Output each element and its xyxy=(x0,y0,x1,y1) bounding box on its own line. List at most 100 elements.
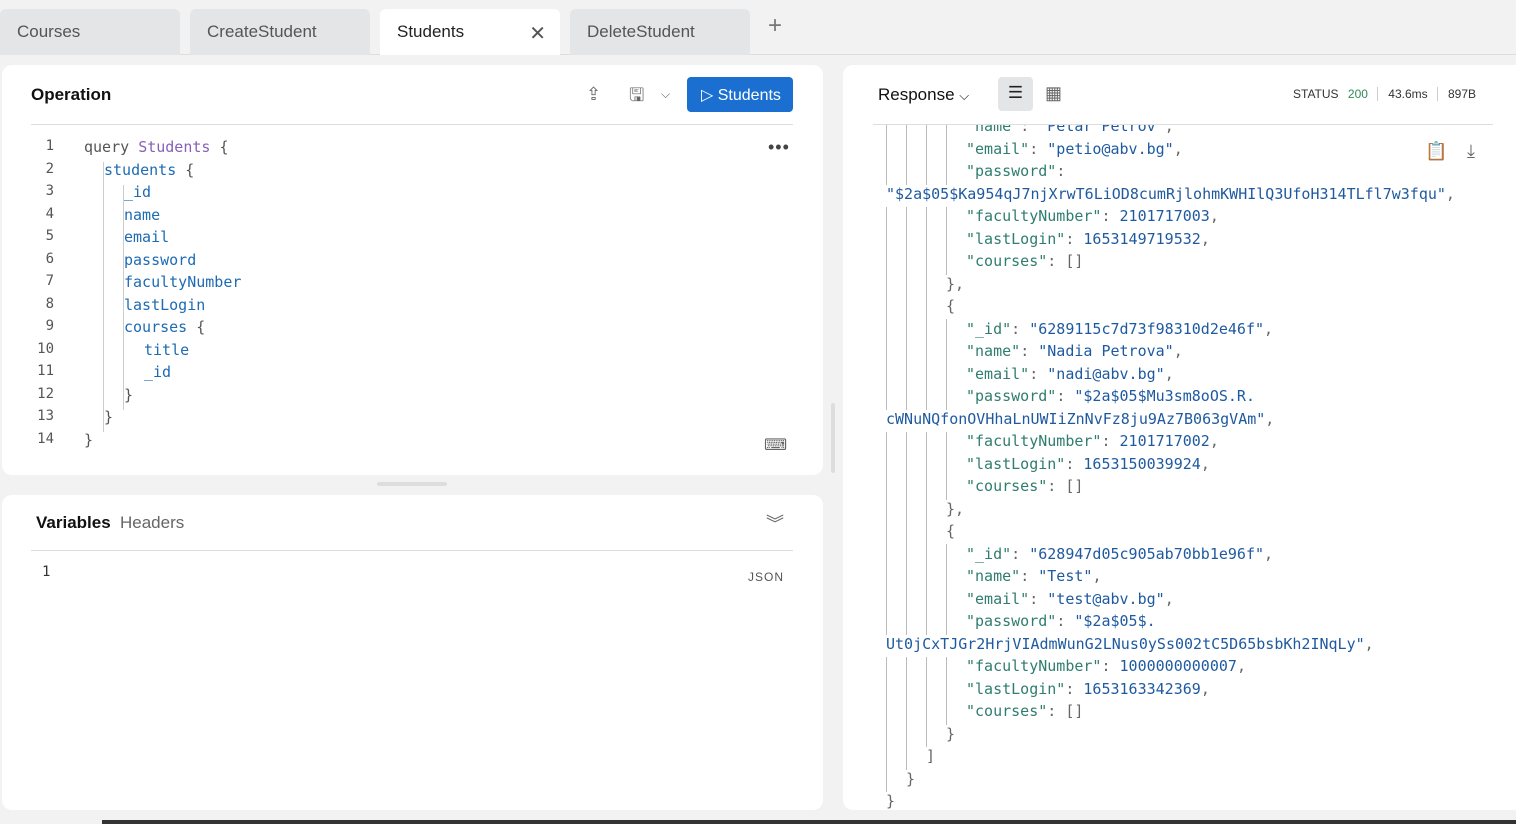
close-icon[interactable]: ✕ xyxy=(529,21,546,46)
share-icon[interactable]: ⇪ xyxy=(586,84,601,105)
response-label: Response xyxy=(878,85,955,104)
json-token: "$2a$05$. xyxy=(1074,612,1156,630)
json-token: , xyxy=(1236,657,1246,675)
tab-headers[interactable]: Headers xyxy=(120,513,184,533)
json-token: "$2a$05$Mu3sm8oOS.R. xyxy=(1074,387,1255,405)
resize-handle[interactable] xyxy=(377,482,447,486)
clipboard-icon[interactable]: 📋 xyxy=(1425,141,1447,162)
json-token: "email" xyxy=(966,589,1030,608)
response-size: 897B xyxy=(1436,87,1477,101)
json-token: : [] xyxy=(1047,702,1084,720)
response-line: "lastLogin": 1653149719532, xyxy=(966,229,1210,252)
status-label: STATUS xyxy=(1293,87,1339,101)
response-line: Ut0jCxTJGr2HrjVIAdmWunG2LNus0ySs002tC5D6… xyxy=(886,634,1374,657)
json-token: "_id" xyxy=(966,319,1012,338)
json-token: Ut0jCxTJGr2HrjVIAdmWunG2LNus0ySs002tC5D6… xyxy=(886,634,1365,653)
divider xyxy=(31,124,793,125)
chevron-down-icon[interactable]: ⌵ xyxy=(661,87,670,102)
line-number: 9 xyxy=(45,318,54,334)
response-line: "name": "Nadia Petrova", xyxy=(966,342,1183,364)
indent-guide xyxy=(906,125,907,780)
response-viewer[interactable]: "name": "Petar Petrov", "email": "petio@a… xyxy=(843,125,1516,810)
json-token: } xyxy=(886,792,896,810)
operation-panel: Operation ⇪ 🖫 ⌵ 1 query Students {2 studen… xyxy=(2,65,823,475)
response-line: "courses": [] xyxy=(966,477,1084,499)
code-token: _id xyxy=(144,363,172,381)
tab-variables[interactable]: Variables xyxy=(36,513,111,533)
tab-students[interactable]: Students ✕ xyxy=(380,9,560,55)
code-line: courses { xyxy=(124,318,205,340)
response-line: "email": "test@abv.bg", xyxy=(966,589,1174,612)
code-line: } xyxy=(84,431,93,453)
line-number: 10 xyxy=(37,340,54,357)
chevron-down-icon: ⌵ xyxy=(959,88,970,103)
list-view-icon[interactable]: ☰ xyxy=(998,77,1033,111)
json-token: : xyxy=(1020,342,1039,360)
download-icon[interactable]: ⤓ xyxy=(1467,141,1475,162)
response-line: { xyxy=(946,522,956,544)
response-line: "password": xyxy=(966,162,1066,184)
json-token: 1653149719532 xyxy=(1083,229,1201,248)
response-line: } xyxy=(946,724,956,747)
line-number: 2 xyxy=(45,160,54,177)
json-token: : xyxy=(1029,364,1048,383)
json-token: , xyxy=(1200,454,1210,473)
json-token: "name" xyxy=(966,567,1021,585)
json-token: 1653163342369 xyxy=(1083,679,1201,698)
json-token: : xyxy=(1020,125,1039,135)
code-token: email xyxy=(124,228,170,246)
plus-icon[interactable]: + xyxy=(768,12,782,40)
json-token: "lastLogin" xyxy=(966,454,1066,473)
json-token: "Test" xyxy=(1038,567,1093,585)
vertical-resize-handle[interactable] xyxy=(831,403,835,473)
code-token: query xyxy=(84,138,139,156)
json-token: , xyxy=(1264,319,1274,338)
response-line: }, xyxy=(946,499,965,522)
json-token: : xyxy=(1101,657,1120,675)
response-line: "password": "$2a$05$Mu3sm8oOS.R. xyxy=(966,387,1255,409)
indent-guide xyxy=(926,125,927,758)
response-title[interactable]: Response ⌵ xyxy=(878,85,969,105)
table-view-icon[interactable]: ▦ xyxy=(1045,83,1062,104)
tab-courses[interactable]: Courses xyxy=(0,9,180,55)
json-token: }, xyxy=(946,274,965,293)
keyboard-icon[interactable]: ⌨ xyxy=(764,435,787,455)
code-token: lastLogin xyxy=(124,295,206,314)
json-token: 2101717003 xyxy=(1119,207,1210,225)
json-token: "facultyNumber" xyxy=(966,432,1102,450)
response-line: "facultyNumber": 2101717002, xyxy=(966,432,1219,454)
more-options-icon[interactable]: ••• xyxy=(768,137,790,158)
json-token: , xyxy=(1209,432,1219,450)
code-line: _id xyxy=(124,183,151,205)
run-query-button[interactable]: ▷ Students xyxy=(687,77,793,112)
json-token: : xyxy=(1056,612,1075,630)
collapse-icon[interactable]: ︾ xyxy=(766,510,784,536)
json-token: : [] xyxy=(1047,252,1084,270)
response-line: "facultyNumber": 1000000000007, xyxy=(966,657,1246,679)
response-line: "facultyNumber": 2101717003, xyxy=(966,207,1219,229)
response-line: "password": "$2a$05$. xyxy=(966,612,1156,634)
code-token: { xyxy=(176,160,195,179)
response-line: "lastLogin": 1653150039924, xyxy=(966,454,1210,477)
json-token: "lastLogin" xyxy=(966,229,1066,248)
indent-guide xyxy=(103,162,104,432)
json-token: : xyxy=(1011,544,1030,563)
tab-create-student[interactable]: CreateStudent xyxy=(190,9,370,55)
json-token: : xyxy=(1065,229,1084,248)
json-token: , xyxy=(1173,342,1183,360)
response-line: }, xyxy=(946,274,965,297)
response-line: } xyxy=(906,769,916,792)
code-token: Students xyxy=(138,138,211,156)
indent-guide xyxy=(886,125,887,805)
scrollbar[interactable] xyxy=(102,820,1516,824)
json-token: cWNuNQfonOVHhaLnUWIiZnNvFz8ju9Az7B063gVA… xyxy=(886,409,1266,428)
tab-delete-student[interactable]: DeleteStudent xyxy=(570,9,750,55)
line-number: 6 xyxy=(45,250,54,267)
json-token: , xyxy=(1092,567,1102,585)
json-token: , xyxy=(1200,679,1210,698)
save-icon[interactable]: 🖫 xyxy=(629,83,644,113)
variables-editor[interactable] xyxy=(62,559,762,799)
code-token: _id xyxy=(124,183,152,201)
code-token: { xyxy=(187,318,206,336)
json-token: { xyxy=(946,522,956,540)
